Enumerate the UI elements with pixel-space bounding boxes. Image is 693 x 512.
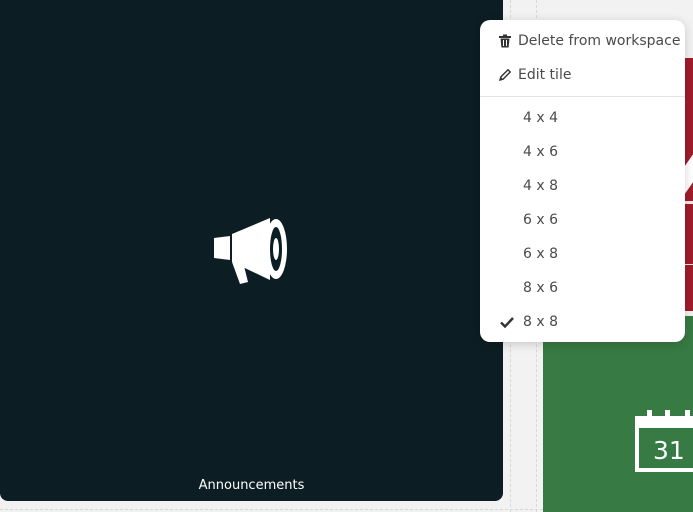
tile-context-menu: Delete from workspace Edit tile 4 x 4 4 …: [480, 20, 685, 342]
size-option-label: 6 x 8: [523, 246, 558, 262]
menu-item-label: Delete from workspace: [518, 33, 681, 49]
checkmark-icon: [500, 317, 514, 329]
size-option-label: 4 x 4: [523, 110, 558, 126]
megaphone-icon: [214, 218, 287, 284]
size-option[interactable]: 4 x 6: [480, 137, 685, 167]
size-option-selected[interactable]: 8 x 8: [480, 307, 685, 337]
menu-item-label: Edit tile: [518, 67, 572, 83]
delete-from-workspace-item[interactable]: Delete from workspace: [480, 26, 685, 56]
size-option[interactable]: 4 x 8: [480, 171, 685, 201]
pencil-icon: [499, 68, 512, 81]
size-option[interactable]: 4 x 4: [480, 103, 685, 133]
size-option-label: 8 x 6: [523, 280, 558, 296]
size-option-label: 8 x 8: [523, 314, 558, 330]
size-option-label: 6 x 6: [523, 212, 558, 228]
side-tile-green[interactable]: 31: [543, 316, 693, 512]
size-option-label: 4 x 8: [523, 178, 558, 194]
tile-title: Announcements: [198, 478, 305, 493]
menu-divider: [480, 96, 685, 97]
size-option[interactable]: 6 x 6: [480, 205, 685, 235]
announcements-tile[interactable]: Announcements: [0, 0, 503, 501]
calendar-day: 31: [653, 436, 685, 465]
size-option[interactable]: 8 x 6: [480, 273, 685, 303]
trash-icon: [499, 34, 511, 48]
size-option-label: 4 x 6: [523, 144, 558, 160]
edit-tile-item[interactable]: Edit tile: [480, 60, 685, 90]
size-option[interactable]: 6 x 8: [480, 239, 685, 269]
